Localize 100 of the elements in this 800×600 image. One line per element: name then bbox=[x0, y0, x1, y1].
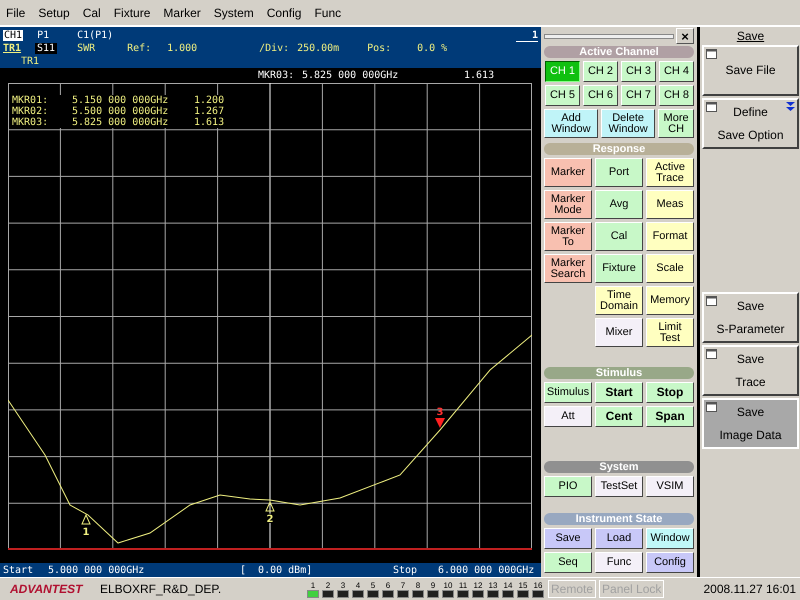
softkey-button[interactable]: Memory bbox=[646, 286, 694, 315]
softkey-button[interactable]: Cal bbox=[595, 222, 643, 251]
softkey-button[interactable]: Start bbox=[595, 382, 643, 403]
softkey-button[interactable]: Stimulus bbox=[544, 382, 592, 403]
menu-button[interactable]: Save Image Data bbox=[702, 398, 799, 449]
cal-label: C1(P1) bbox=[77, 30, 114, 41]
power-level: [ 0.00 dBm] bbox=[240, 564, 314, 576]
channel-number: 2 bbox=[326, 580, 330, 590]
channel-number: 11 bbox=[458, 580, 468, 590]
softkey-button[interactable]: Func bbox=[595, 552, 643, 573]
close-button[interactable]: × bbox=[676, 28, 694, 44]
menu-item[interactable]: File bbox=[6, 6, 26, 20]
start-label: Start bbox=[3, 564, 34, 576]
softkey-button[interactable]: Load bbox=[595, 528, 643, 549]
parameter-label: S11 bbox=[35, 43, 58, 54]
marker-frequency: 5.825 000 000GHz bbox=[72, 117, 170, 128]
marker-value: 1.267 bbox=[194, 106, 224, 117]
menu-item[interactable]: Marker bbox=[163, 6, 201, 20]
active-marker-value: 1.613 bbox=[464, 70, 494, 81]
softkey-button[interactable]: More CH bbox=[658, 109, 694, 138]
softkey-button[interactable]: CH 8 bbox=[659, 85, 694, 106]
marker-number: 3 bbox=[436, 407, 444, 418]
channel-number: 16 bbox=[534, 580, 542, 590]
channel-number: 1 bbox=[310, 580, 316, 590]
div-label: /Div: bbox=[259, 43, 290, 54]
marker-label: MKR01: bbox=[12, 95, 50, 106]
channel-number: 13 bbox=[488, 580, 498, 590]
softkey-button[interactable]: TestSet bbox=[595, 476, 643, 497]
softkey-button[interactable]: VSIM bbox=[646, 476, 694, 497]
menu-button[interactable]: Save S-Parameter bbox=[702, 292, 799, 343]
channel-number: 7 bbox=[400, 580, 406, 590]
softkey-button[interactable]: Marker bbox=[544, 158, 592, 187]
instrument-name: ELBOXRF_R&D_DEP. bbox=[100, 582, 222, 596]
trace-name: TR1 bbox=[21, 56, 40, 67]
brand-logo: ADVANTEST bbox=[10, 582, 84, 596]
softkey-button[interactable]: CH 2 bbox=[583, 61, 618, 82]
softkey-button[interactable]: CH 5 bbox=[545, 85, 580, 106]
softkey-button[interactable]: Port bbox=[595, 158, 643, 187]
softkey-button[interactable]: Stop bbox=[646, 382, 694, 403]
group-title: Active Channel bbox=[544, 46, 694, 58]
menu-item[interactable]: Fixture bbox=[114, 6, 150, 20]
channel-number: 15 bbox=[518, 580, 528, 590]
softkey-button[interactable]: Seq bbox=[544, 552, 592, 573]
pos-label: Pos: bbox=[367, 43, 392, 54]
softkey-button[interactable]: Delete Window bbox=[601, 109, 656, 138]
window-icon bbox=[706, 49, 717, 59]
softkey-button[interactable]: Format bbox=[646, 222, 694, 251]
marker-frequency: 5.150 000 000GHz bbox=[72, 95, 170, 106]
menu-button[interactable]: Save File bbox=[702, 45, 799, 96]
menu-button[interactable]: Save Trace bbox=[702, 345, 799, 396]
softkey-button[interactable]: PIO bbox=[544, 476, 592, 497]
group-title: Response bbox=[544, 143, 694, 155]
window-icon bbox=[706, 102, 717, 112]
channel-number: 14 bbox=[504, 580, 512, 590]
softkey-button[interactable]: Save bbox=[544, 528, 592, 549]
date-time: 2008.11.27 16:01 bbox=[703, 582, 796, 596]
softkey-button[interactable]: Add Window bbox=[544, 109, 598, 138]
channel-number: 8 bbox=[416, 580, 420, 590]
softkey-button[interactable]: CH 7 bbox=[621, 85, 656, 106]
softkey-button[interactable]: Scale bbox=[646, 254, 694, 283]
channel-number: 4 bbox=[356, 580, 360, 590]
group-title: Stimulus bbox=[544, 367, 694, 379]
menu-title: Save bbox=[736, 28, 766, 45]
trace-label[interactable]: TR1 bbox=[3, 43, 35, 54]
softkey-button[interactable]: Cent bbox=[595, 406, 643, 427]
menu-item[interactable]: Setup bbox=[38, 6, 70, 20]
port-label: P1 bbox=[37, 30, 50, 41]
softkey-button[interactable]: Fixture bbox=[595, 254, 643, 283]
softkey-button[interactable]: Config bbox=[646, 552, 694, 573]
softkey-button[interactable]: Marker Search bbox=[544, 254, 592, 283]
window-icon bbox=[706, 349, 717, 359]
softkey-button[interactable]: Att bbox=[544, 406, 592, 427]
channel-label: CH1 bbox=[3, 30, 24, 41]
softkey-button[interactable]: Avg bbox=[595, 190, 643, 219]
menu-button[interactable]: Define Save Option bbox=[702, 98, 799, 149]
channel-number: 10 bbox=[444, 580, 452, 590]
softkey-button[interactable]: Mixer bbox=[595, 318, 643, 347]
marker-label: MKR02: bbox=[12, 106, 50, 117]
double-arrow-down-icon bbox=[786, 102, 795, 112]
channel-number: 5 bbox=[370, 580, 376, 590]
marker-label: MKR03: bbox=[12, 117, 50, 128]
softkey-button[interactable]: CH 4 bbox=[659, 61, 694, 82]
softkey-button[interactable]: Span bbox=[646, 406, 694, 427]
softkey-button[interactable]: CH 6 bbox=[583, 85, 618, 106]
softkey-button[interactable]: Time Domain bbox=[595, 286, 643, 315]
softkey-button[interactable]: Meas bbox=[646, 190, 694, 219]
menu-item[interactable]: Cal bbox=[82, 6, 101, 20]
softkey-button[interactable]: Limit Test bbox=[646, 318, 694, 347]
softkey-button[interactable]: Marker To bbox=[544, 222, 592, 251]
menu-item[interactable]: Config bbox=[266, 6, 302, 20]
stop-label: Stop bbox=[393, 564, 418, 576]
window-number: 1 bbox=[516, 30, 538, 42]
softkey-button[interactable]: Marker Mode bbox=[544, 190, 592, 219]
menu-item[interactable]: System bbox=[214, 6, 254, 20]
softkey-button[interactable]: Window bbox=[646, 528, 694, 549]
softkey-button[interactable]: Active Trace bbox=[646, 158, 694, 187]
active-marker-frequency: 5.825 000 000GHz bbox=[302, 70, 400, 81]
menu-item[interactable]: Func bbox=[314, 6, 342, 20]
marker-frequency: 5.500 000 000GHz bbox=[72, 106, 170, 117]
softkey-button[interactable]: CH 3 bbox=[621, 61, 656, 82]
